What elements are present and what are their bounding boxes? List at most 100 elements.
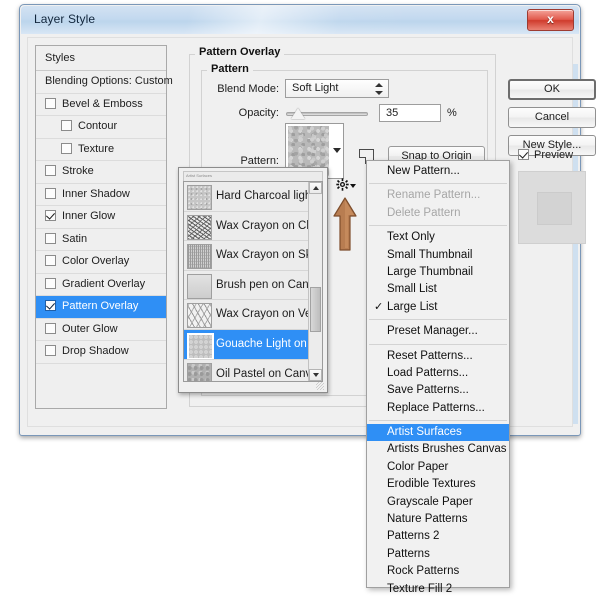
list-item[interactable]: Wax Crayon on Charc [184,212,309,242]
resize-grip-icon[interactable] [316,382,324,390]
sidebar-item-label: Stroke [62,165,94,177]
sidebar-item-stroke[interactable]: Stroke [36,161,166,184]
sidebar-item-outer-glow[interactable]: Outer Glow [36,319,166,341]
checkbox-satin[interactable] [45,232,56,244]
menu-item-label: Large List [387,300,438,313]
menu-item-label: Delete Pattern [387,206,461,219]
sidebar-item-bevel-emboss[interactable]: Bevel & Emboss [36,94,166,116]
menu-item-label: Small List [387,283,437,296]
sidebar-item-color-overlay[interactable]: Color Overlay [36,251,166,274]
chevron-down-icon[interactable] [333,148,341,153]
sidebar-item-inner-shadow[interactable]: Inner Shadow [36,184,166,206]
menu-item-label: Large Thumbnail [387,265,474,278]
checkbox-color-overlay[interactable] [45,255,56,267]
menu-item-replace-patterns[interactable]: Replace Patterns... [367,400,509,417]
checkbox-preview[interactable] [518,148,529,160]
checkbox-outer-glow[interactable] [45,322,56,334]
menu-item-texture-fill-2[interactable]: Texture Fill 2 [367,581,509,598]
menu-item-small-list[interactable]: Small List [367,281,509,298]
list-item-label: Wax Crayon on Charc [216,219,309,232]
list-item-label: Gouache Light on Wa [216,337,309,350]
menu-item-erodible-textures[interactable]: Erodible Textures [367,476,509,493]
list-item[interactable]: Oil Pastel on Canvas [184,360,309,381]
screen: Layer Style x Styles Blending Options: C… [0,0,600,600]
sidebar-item-inner-glow[interactable]: Inner Glow [36,206,166,229]
list-item[interactable]: Wax Crayon on Sketc [184,241,309,271]
pattern-thumbnail-icon [187,185,212,210]
menu-item-label: Rock Patterns [387,565,460,578]
ok-button[interactable]: OK [508,79,596,100]
checkbox-bevel-emboss[interactable] [45,97,56,109]
menu-item-label: Rename Pattern... [387,189,481,202]
menu-item-color-paper[interactable]: Color Paper [367,459,509,476]
menu-item-new-pattern[interactable]: New Pattern... [367,163,509,180]
menu-item-large-thumbnail[interactable]: Large Thumbnail [367,264,509,281]
menu-item-save-patterns[interactable]: Save Patterns... [367,382,509,399]
sidebar-item-drop-shadow[interactable]: Drop Shadow [36,341,166,364]
preview-toggle[interactable]: Preview [518,148,573,161]
menu-item-patterns[interactable]: Patterns [367,546,509,563]
sidebar-item-label: Drop Shadow [62,345,129,357]
close-button[interactable]: x [527,9,574,31]
sidebar-item-gradient-overlay[interactable]: Gradient Overlay [36,274,166,296]
menu-item-rock-patterns[interactable]: Rock Patterns [367,563,509,580]
menu-item-label: Text Only [387,231,435,244]
pattern-picker-context-menu: New Pattern... Rename Pattern... Delete … [366,160,510,600]
pattern-thumbnail-icon [187,362,212,381]
sidebar-item-label: Inner Glow [62,210,116,222]
opacity-slider-thumb[interactable] [291,108,305,119]
opacity-input[interactable]: 35 [379,104,441,122]
pattern-thumbnail-icon [187,273,212,299]
sidebar-item-contour[interactable]: Contour [36,116,166,139]
pattern-thumbnail-icon [187,303,212,329]
menu-separator [369,343,507,345]
checkbox-drop-shadow[interactable] [45,345,56,357]
sidebar-item-satin[interactable]: Satin [36,229,166,251]
menu-item-artist-surfaces[interactable]: Artist Surfaces [367,424,509,442]
menu-item-label: Grayscale Paper [387,495,473,508]
menu-item-load-patterns[interactable]: Load Patterns... [367,365,509,382]
checkbox-inner-glow[interactable] [45,210,56,222]
menu-item-label: Reset Patterns... [387,349,473,362]
checkbox-texture[interactable] [61,142,72,154]
menu-item-reset-patterns[interactable]: Reset Patterns... [367,348,509,365]
pattern-list-scrollbar[interactable] [308,182,322,381]
list-item-selected[interactable]: Gouache Light on Wa [184,329,309,360]
list-item[interactable]: Hard Charcoal light [184,182,309,212]
menu-item-label: Texture Fill 2 [387,582,453,595]
menu-item-artists-brushes-canvas[interactable]: Artists Brushes Canvas [367,441,509,458]
dialog-titlebar[interactable]: Layer Style x [21,6,579,35]
list-item[interactable]: Brush pen on Canvas [184,271,309,301]
preview-thumbnail-inner [537,192,572,225]
cancel-button[interactable]: Cancel [508,107,596,128]
sidebar-item-label: Pattern Overlay [62,300,139,312]
sidebar-item-blending-options[interactable]: Blending Options: Custom [36,71,173,94]
list-item-label: Hard Charcoal light [216,190,309,202]
sidebar-item-texture[interactable]: Texture [36,139,166,161]
scrollbar-thumb[interactable] [310,287,321,332]
checkbox-stroke[interactable] [45,165,56,177]
chevron-updown-icon [375,82,383,96]
checkbox-gradient-overlay[interactable] [45,277,56,289]
sidebar-item-pattern-overlay[interactable]: Pattern Overlay [36,296,166,319]
pattern-picker-gear-button[interactable] [336,178,356,194]
menu-item-large-list[interactable]: ✓ Large List [367,299,509,316]
menu-item-small-thumbnail[interactable]: Small Thumbnail [367,247,509,264]
checkbox-contour[interactable] [61,120,72,132]
chevron-down-icon [350,184,356,188]
checkbox-inner-shadow[interactable] [45,187,56,199]
menu-item-label: Save Patterns... [387,384,469,397]
menu-item-nature-patterns[interactable]: Nature Patterns [367,511,509,528]
list-item[interactable]: Wax Crayon on Vellu [184,300,309,330]
pattern-overlay-title: Pattern Overlay [195,46,285,58]
blend-mode-select[interactable]: Soft Light [285,79,389,98]
menu-separator [369,225,507,227]
menu-item-preset-manager[interactable]: Preset Manager... [367,323,509,340]
checkbox-pattern-overlay[interactable] [45,300,56,312]
blend-mode-value: Soft Light [292,82,339,94]
menu-item-patterns-2[interactable]: Patterns 2 [367,528,509,545]
scroll-up-arrow-icon[interactable] [309,182,322,194]
scroll-down-arrow-icon[interactable] [309,369,322,381]
menu-item-grayscale-paper[interactable]: Grayscale Paper [367,494,509,511]
menu-item-text-only[interactable]: Text Only [367,229,509,246]
